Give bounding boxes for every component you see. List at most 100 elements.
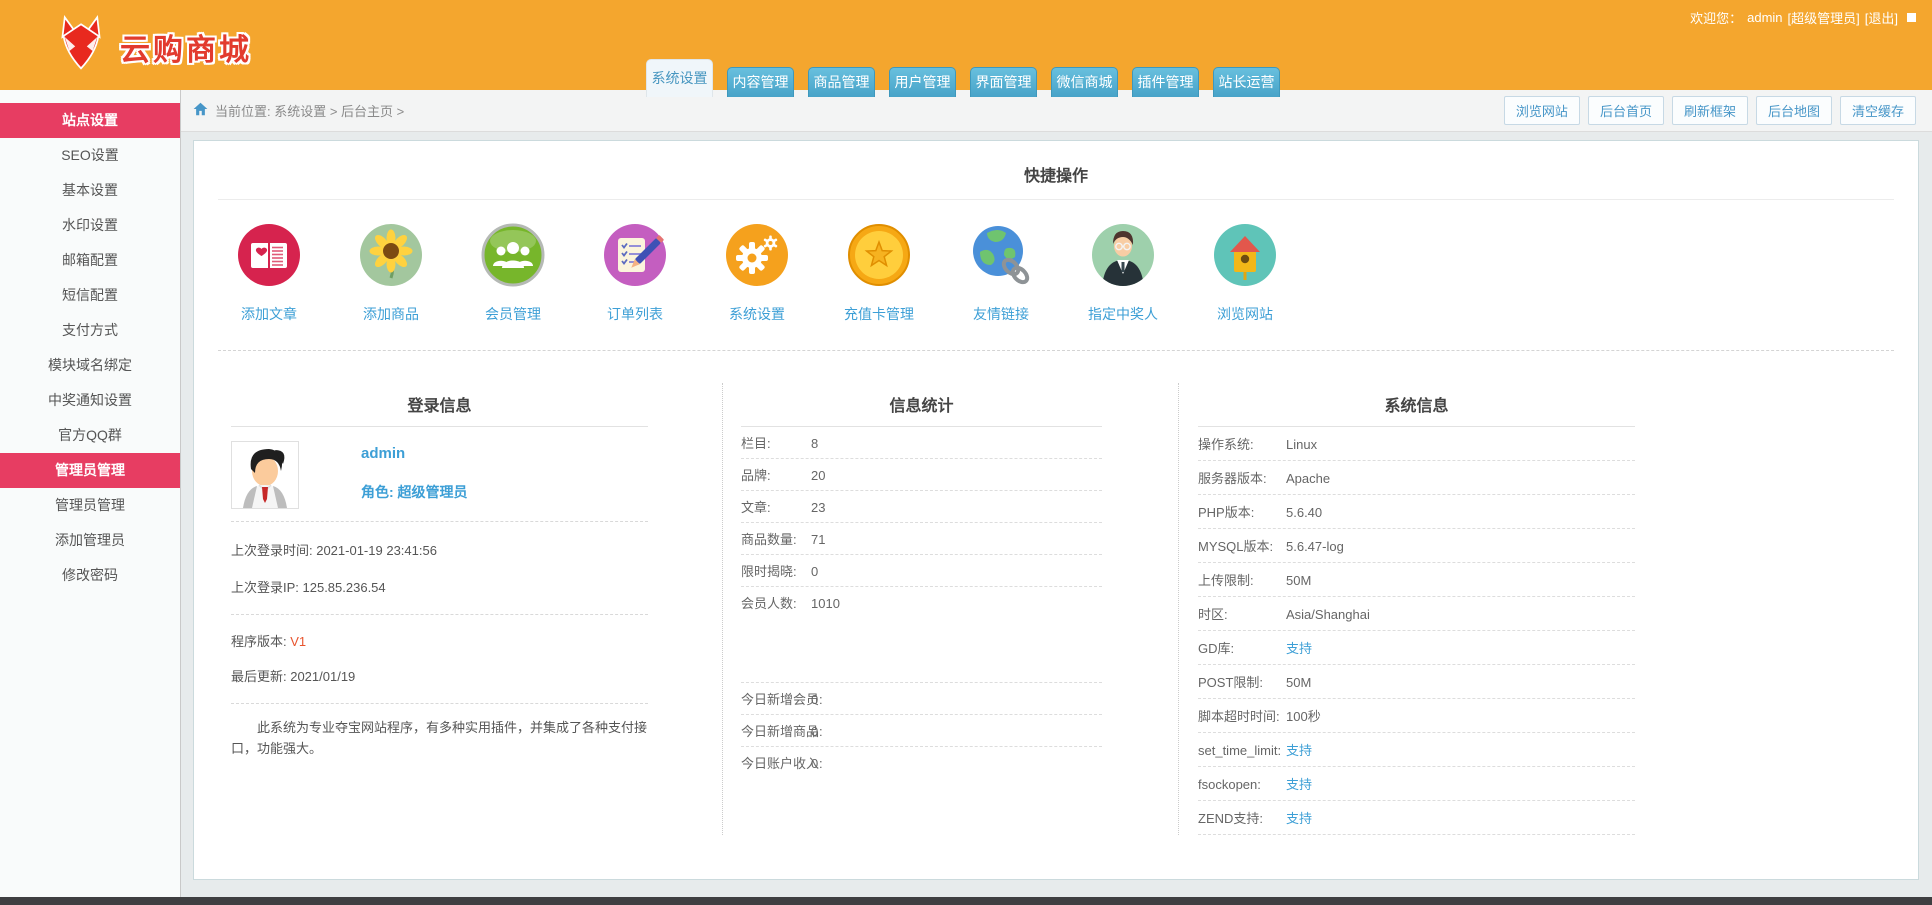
sidebar-item-watermark-settings[interactable]: 水印设置 <box>0 208 180 243</box>
tab-plugin-manage[interactable]: 插件管理 <box>1132 67 1199 97</box>
profile-block: admin 角色: 超级管理员 <box>231 427 648 522</box>
home-icon[interactable] <box>193 102 208 119</box>
tab-user-manage[interactable]: 用户管理 <box>889 67 956 97</box>
system-row: 操作系统: Linux <box>1198 427 1635 461</box>
qa-friend-links[interactable]: 友情链接 <box>940 222 1062 324</box>
sidebar: 站点设置 SEO设置 基本设置 水印设置 邮箱配置 短信配置 支付方式 模块域名… <box>0 90 181 897</box>
system-row: fsockopen: 支持 <box>1198 767 1635 801</box>
sidebar-item-basic-settings[interactable]: 基本设置 <box>0 173 180 208</box>
book-heart-icon <box>236 222 302 293</box>
profile-username[interactable]: admin <box>361 445 468 462</box>
profile-role: 角色: 超级管理员 <box>361 484 468 500</box>
sidebar-item-admin-manage-group[interactable]: 管理员管理 <box>0 453 180 488</box>
system-description: 此系统为专业夺宝网站程序，有多种实用插件，并集成了各种支付接口，功能强大。 <box>231 720 648 756</box>
sidebar-item-payment-methods[interactable]: 支付方式 <box>0 313 180 348</box>
order-pad-icon <box>602 222 668 293</box>
system-row: 时区: Asia/Shanghai <box>1198 597 1635 631</box>
sidebar-item-seo-settings[interactable]: SEO设置 <box>0 138 180 173</box>
sidebar-item-admin-manage[interactable]: 管理员管理 <box>0 488 180 523</box>
gd-support-link[interactable]: 支持 <box>1286 638 1312 657</box>
skin-toggle[interactable] <box>1907 13 1916 22</box>
last-login-ip: 上次登录IP: 125.85.236.54 <box>231 569 648 615</box>
fsockopen-link[interactable]: 支持 <box>1286 774 1312 793</box>
qa-member-manage[interactable]: 会员管理 <box>452 222 574 324</box>
sidebar-item-official-qq-group[interactable]: 官方QQ群 <box>0 418 180 453</box>
quick-actions-title: 快捷操作 <box>218 141 1894 200</box>
qa-system-settings[interactable]: 系统设置 <box>696 222 818 324</box>
tab-system-settings[interactable]: 系统设置 <box>646 59 713 97</box>
version-value: V1 <box>290 634 307 649</box>
stat-row: 栏目: 8 <box>741 427 1102 459</box>
btn-site-map[interactable]: 后台地图 <box>1755 96 1832 125</box>
quick-actions-row: 添加文章 添加商品 会员管理 订单列表 系统设置 充值卡管理 友情链接 指定中奖… <box>208 200 1918 324</box>
qa-label: 系统设置 <box>729 306 785 322</box>
system-row: POST限制: 50M <box>1198 665 1635 699</box>
tab-goods-manage[interactable]: 商品管理 <box>808 67 875 97</box>
system-row: set_time_limit: 支持 <box>1198 733 1635 767</box>
qa-label: 友情链接 <box>973 306 1029 322</box>
toolbar: 浏览网站 后台首页 刷新框架 后台地图 清空缓存 <box>1503 96 1916 125</box>
gold-coin-icon <box>846 222 912 293</box>
qa-add-article[interactable]: 添加文章 <box>208 222 330 324</box>
btn-refresh-frame[interactable]: 刷新框架 <box>1671 96 1748 125</box>
qa-browse-site[interactable]: 浏览网站 <box>1184 222 1306 324</box>
welcome-bar: 欢迎您： admin [超级管理员] [退出] <box>1690 8 1916 27</box>
logo: 云购商城 <box>52 12 252 81</box>
qa-label: 订单列表 <box>607 306 663 322</box>
system-row: MYSQL版本: 5.6.47-log <box>1198 529 1635 563</box>
sidebar-item-email-config[interactable]: 邮箱配置 <box>0 243 180 278</box>
qa-add-goods[interactable]: 添加商品 <box>330 222 452 324</box>
logout-link[interactable]: [退出] <box>1865 8 1898 27</box>
last-login-time: 上次登录时间: 2021-01-19 23:41:56 <box>231 543 437 558</box>
qa-assign-winner[interactable]: 指定中奖人 <box>1062 222 1184 324</box>
zend-support-link[interactable]: 支持 <box>1286 808 1312 827</box>
sidebar-item-sms-config[interactable]: 短信配置 <box>0 278 180 313</box>
stat-row: 今日新增商品: 0 <box>741 715 1102 747</box>
info-panels: 登录信息 admin 角色: 超级管理员 上次登录时间: 2021-01-19 … <box>194 383 1918 835</box>
btn-browse-site[interactable]: 浏览网站 <box>1503 96 1580 125</box>
stats-rows: 栏目: 8 品牌: 20 文章: 23 商品数量: 71 限时揭晓: 0 会员人数: 101… <box>741 427 1102 618</box>
qa-label: 充值卡管理 <box>844 306 914 322</box>
window-bottom-edge <box>0 897 1932 905</box>
stats-panel: 信息统计 栏目: 8 品牌: 20 文章: 23 商品数量: 71 限时揭晓: 0 会员人… <box>722 383 1178 835</box>
system-row: ZEND支持: 支持 <box>1198 801 1635 835</box>
qa-label: 添加文章 <box>241 306 297 322</box>
login-panel: 登录信息 admin 角色: 超级管理员 上次登录时间: 2021-01-19 … <box>194 383 722 835</box>
sidebar-item-add-admin[interactable]: 添加管理员 <box>0 523 180 558</box>
system-row: GD库: 支持 <box>1198 631 1635 665</box>
globe-link-icon <box>968 222 1034 293</box>
stats-panel-title: 信息统计 <box>741 383 1102 427</box>
breadcrumb: 当前位置: 系统设置 > 后台主页 > <box>215 104 405 119</box>
btn-clear-cache[interactable]: 清空缓存 <box>1839 96 1916 125</box>
tab-content-manage[interactable]: 内容管理 <box>727 67 794 97</box>
fox-logo-icon <box>52 12 110 81</box>
top-header: 云购商城 欢迎您： admin [超级管理员] [退出] 系统设置 内容管理 商… <box>0 0 1932 97</box>
sidebar-item-winner-notice-settings[interactable]: 中奖通知设置 <box>0 383 180 418</box>
stat-row: 商品数量: 71 <box>741 523 1102 555</box>
tab-webmaster-ops[interactable]: 站长运营 <box>1213 67 1280 97</box>
qa-recharge-card[interactable]: 充值卡管理 <box>818 222 940 324</box>
system-rows: 操作系统: Linux 服务器版本: Apache PHP版本: 5.6.40 MYS… <box>1198 427 1635 835</box>
set-time-limit-link[interactable]: 支持 <box>1286 740 1312 759</box>
system-row: PHP版本: 5.6.40 <box>1198 495 1635 529</box>
main-nav-tabs: 系统设置 内容管理 商品管理 用户管理 界面管理 微信商城 插件管理 站长运营 <box>646 59 1280 97</box>
tab-wechat-mall[interactable]: 微信商城 <box>1051 67 1118 97</box>
tab-ui-manage[interactable]: 界面管理 <box>970 67 1037 97</box>
sidebar-item-change-password[interactable]: 修改密码 <box>0 558 180 593</box>
welcome-role-badge: [超级管理员] <box>1787 11 1860 26</box>
system-row: 服务器版本: Apache <box>1198 461 1635 495</box>
sidebar-item-module-domain-bind[interactable]: 模块域名绑定 <box>0 348 180 383</box>
system-panel-title: 系统信息 <box>1198 383 1635 427</box>
dashed-divider <box>218 350 1894 351</box>
sunflower-icon <box>358 222 424 293</box>
qa-label: 会员管理 <box>485 306 541 322</box>
sidebar-item-site-settings[interactable]: 站点设置 <box>0 103 180 138</box>
btn-admin-home[interactable]: 后台首页 <box>1587 96 1664 125</box>
system-row: 上传限制: 50M <box>1198 563 1635 597</box>
qa-label: 指定中奖人 <box>1088 306 1158 322</box>
main-content: 快捷操作 添加文章 添加商品 会员管理 订单列表 系统设置 充值卡管理 友情链接… <box>193 140 1919 880</box>
login-panel-title: 登录信息 <box>231 383 648 427</box>
qa-order-list[interactable]: 订单列表 <box>574 222 696 324</box>
last-update-row: 最后更新: 2021/01/19 <box>231 654 648 704</box>
stat-row: 今日账户收入: 0 <box>741 756 823 771</box>
